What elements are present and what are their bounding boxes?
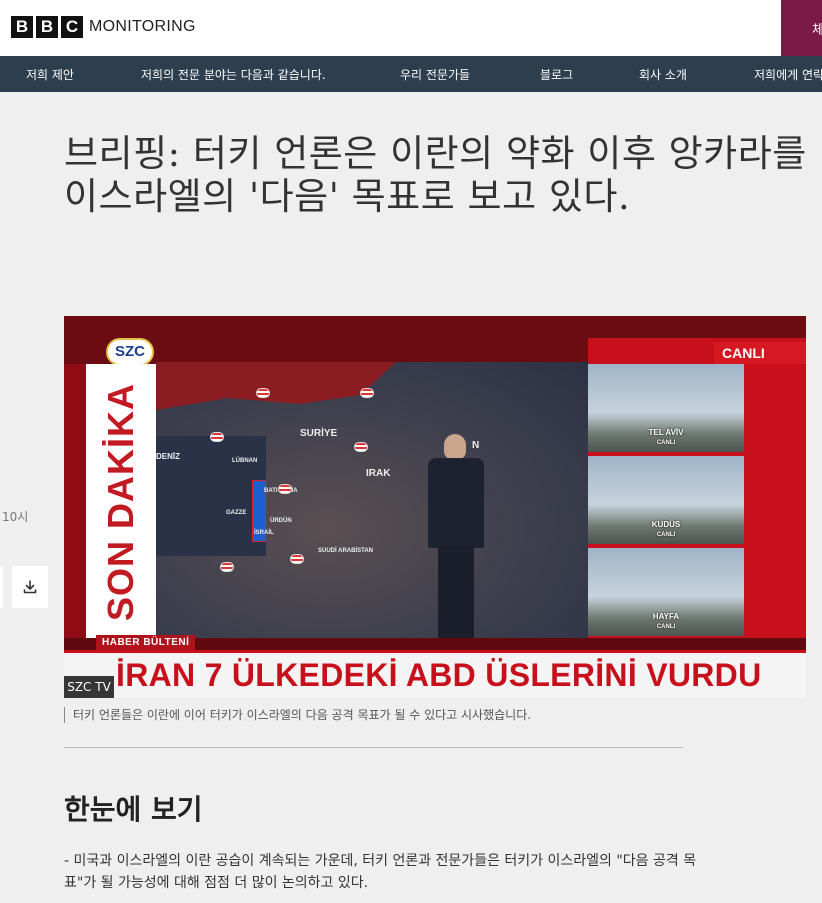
bbc-blocks: B B C: [11, 16, 83, 38]
map-label-deniz: DENİZ: [156, 452, 180, 461]
image-caption: 터키 언론들은 이란에 이어 터키가 이스라엘의 다음 공격 목표가 될 수 있…: [64, 707, 531, 723]
main-nav: 저희 제안 저희의 전문 분야는 다음과 같습니다. 우리 전문가들 블로그 회…: [0, 56, 822, 92]
publish-time: 10시: [2, 510, 29, 524]
download-button[interactable]: [12, 566, 48, 608]
news-presenter: [422, 434, 490, 638]
live-cam-kudus: KUDÜS CANLI: [588, 456, 744, 544]
cam-status: CANLI: [656, 440, 676, 446]
us-flag-marker: [354, 442, 368, 452]
left-red-strip: [64, 364, 86, 638]
map-label-suudi: SUUDİ ARABİSTAN: [318, 548, 373, 554]
brand-name: MONITORING: [89, 18, 196, 35]
section-heading: 한눈에 보기: [64, 793, 203, 826]
page-title: 브리핑: 터키 언론은 이란의 약화 이후 앙카라를 이스라엘의 '다음' 목표…: [64, 132, 807, 218]
share-button-edge[interactable]: [0, 566, 3, 608]
presenter-head: [444, 434, 466, 460]
map-label-lubnan: LÜBNAN: [232, 458, 258, 464]
nav-item-about[interactable]: 회사 소개: [639, 66, 687, 83]
szc-channel-logo: SZC: [106, 338, 154, 366]
map-label-irak: IRAK: [366, 468, 391, 479]
cam-caption: KUDÜS CANLI: [588, 520, 744, 540]
cam-caption: HAYFA CANLI: [588, 612, 744, 632]
bbc-letter-c: C: [61, 16, 83, 38]
bbc-letter-b1: B: [11, 16, 33, 38]
cam-status: CANLI: [656, 624, 676, 630]
nav-item-blog[interactable]: 블로그: [540, 66, 573, 83]
nav-item-offer[interactable]: 저희 제안: [26, 66, 74, 83]
nav-item-experts[interactable]: 우리 전문가들: [400, 66, 470, 83]
map-label-israil: İSRAİL: [254, 530, 274, 536]
download-icon: [23, 580, 37, 594]
presenter-jacket: [428, 458, 484, 548]
bbc-letter-b2: B: [36, 16, 58, 38]
us-flag-marker: [278, 484, 292, 494]
live-cam-tel-aviv: TEL AVİV CANLI: [588, 364, 744, 452]
map-label-suriye: SURİYE: [300, 428, 338, 439]
ticker-headline: İRAN 7 ÜLKEDEKİ ABD ÜSLERİNİ VURDU: [116, 657, 762, 693]
site-header: B B C MONITORING 체: [0, 0, 822, 56]
presenter-legs: [438, 546, 474, 638]
map-label-gazze: GAZZE: [226, 510, 247, 516]
us-flag-marker: [210, 432, 224, 442]
map-label-urdun: ÜRDÜN: [270, 518, 292, 524]
cam-city: TEL AVİV: [648, 428, 684, 437]
live-label: CANLI: [714, 342, 806, 364]
nav-item-expertise[interactable]: 저희의 전문 분야는 다음과 같습니다.: [141, 66, 326, 83]
image-credit: SZC TV: [64, 676, 114, 698]
cam-city: HAYFA: [652, 612, 680, 621]
bbc-monitoring-logo[interactable]: B B C MONITORING: [11, 16, 196, 38]
live-cam-hayfa: HAYFA CANLI: [588, 548, 744, 636]
cam-status: CANLI: [656, 532, 676, 538]
cam-caption: TEL AVİV CANLI: [588, 428, 744, 448]
hero-image: SZC SON DAKİKA SURİYE DENİZ LÜBNAN IRAK …: [64, 316, 806, 698]
breaking-banner-text: SON DAKİKA: [100, 382, 141, 622]
us-flag-marker: [220, 562, 234, 572]
us-flag-marker: [360, 388, 374, 398]
bulletin-label: HABER BÜLTENİ: [96, 635, 196, 651]
cam-city: KUDÜS: [651, 520, 681, 529]
us-flag-marker: [290, 554, 304, 564]
header-cta-button[interactable]: 체: [781, 0, 822, 56]
news-ticker: İRAN 7 ÜLKEDEKİ ABD ÜSLERİNİ VURDU: [64, 650, 806, 698]
nav-item-contact[interactable]: 저희에게 연락: [754, 66, 822, 83]
summary-paragraph: - 미국과 이스라엘의 이란 공습이 계속되는 가운데, 터키 언론과 전문가들…: [64, 853, 697, 891]
us-flag-marker: [256, 388, 270, 398]
divider: [64, 747, 683, 748]
